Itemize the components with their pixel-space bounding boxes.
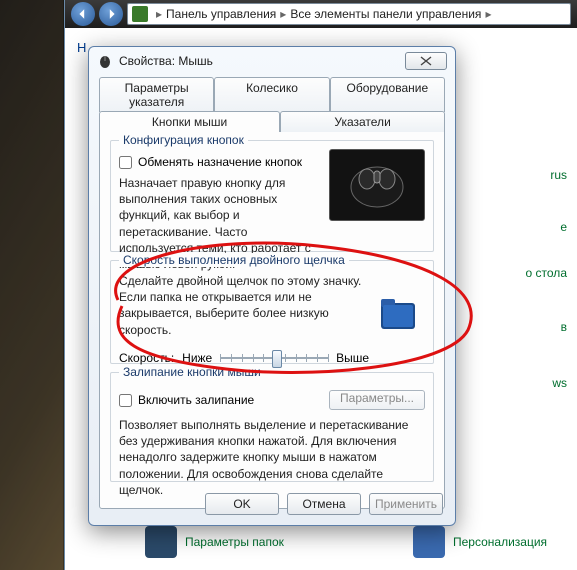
cp-item-label[interactable]: Персонализация (453, 535, 547, 549)
speed-label: Скорость: (119, 351, 174, 365)
clicklock-label: Включить залипание (138, 393, 254, 407)
cancel-button[interactable]: Отмена (287, 493, 361, 515)
tab-hardware[interactable]: Оборудование (330, 77, 445, 112)
cp-item-label[interactable]: о стола (526, 266, 567, 280)
swap-buttons-input[interactable] (119, 156, 132, 169)
clicklock-input[interactable] (119, 394, 132, 407)
group-double-click-speed: Скорость выполнения двойного щелчка Сдел… (110, 260, 434, 364)
group-clicklock: Залипание кнопки мыши Включить залипание… (110, 372, 434, 482)
tab-pointer-options[interactable]: Параметры указателя (99, 77, 214, 112)
breadcrumb-item[interactable]: Все элементы панели управления (290, 7, 481, 21)
double-click-desc: Сделайте двойной щелчок по этому значку.… (119, 273, 369, 338)
taskbar-left (0, 0, 64, 570)
tab-wheel[interactable]: Колесико (214, 77, 329, 112)
group-title: Залипание кнопки мыши (119, 365, 265, 379)
breadcrumb[interactable]: ▸ Панель управления ▸ Все элементы панел… (127, 3, 571, 25)
dialog-button-row: OK Отмена Применить (89, 493, 455, 515)
personalization-icon (413, 526, 445, 558)
breadcrumb-item[interactable]: Панель управления (166, 7, 276, 21)
slider-low-label: Ниже (182, 351, 212, 365)
cp-item-label[interactable]: Параметры папок (185, 535, 284, 549)
clicklock-desc: Позволяет выполнять выделение и перетаск… (119, 417, 425, 498)
folder-options-icon (145, 526, 177, 558)
forward-button[interactable] (99, 2, 123, 26)
dialog-titlebar[interactable]: Свойства: Мышь (89, 47, 455, 75)
cp-item-label[interactable]: rus (550, 168, 567, 182)
back-button[interactable] (71, 2, 95, 26)
mouse-preview-image (329, 149, 425, 221)
dialog-title: Свойства: Мышь (119, 54, 399, 68)
group-title: Скорость выполнения двойного щелчка (119, 253, 349, 267)
tab-panel-buttons: Конфигурация кнопок Обменять назначение … (99, 131, 445, 509)
cp-item-label[interactable]: е (560, 220, 567, 234)
tab-pointers[interactable]: Указатели (280, 111, 445, 132)
close-button[interactable] (405, 52, 447, 70)
control-panel-icon (132, 6, 148, 22)
clicklock-checkbox[interactable]: Включить залипание (119, 393, 254, 407)
cp-item-label[interactable]: ws (552, 376, 567, 390)
close-icon (419, 56, 433, 66)
ok-button[interactable]: OK (205, 493, 279, 515)
group-title: Конфигурация кнопок (119, 133, 248, 147)
mouse-icon (97, 53, 113, 69)
swap-buttons-checkbox[interactable]: Обменять назначение кнопок (119, 155, 323, 169)
swap-buttons-label: Обменять назначение кнопок (138, 155, 302, 169)
clicklock-settings-button: Параметры... (329, 390, 425, 410)
slider-high-label: Выше (336, 351, 369, 365)
mouse-properties-dialog: Свойства: Мышь Параметры указателя Колес… (88, 46, 456, 526)
double-click-test-folder[interactable] (377, 293, 421, 333)
slider-thumb[interactable] (272, 350, 282, 368)
page-title-fragment: Н (77, 40, 86, 55)
cp-item-label[interactable]: в (561, 320, 567, 334)
group-button-config: Конфигурация кнопок Обменять назначение … (110, 140, 434, 252)
apply-button[interactable]: Применить (369, 493, 443, 515)
tab-buttons[interactable]: Кнопки мыши (99, 111, 280, 132)
explorer-header: ▸ Панель управления ▸ Все элементы панел… (65, 0, 577, 28)
